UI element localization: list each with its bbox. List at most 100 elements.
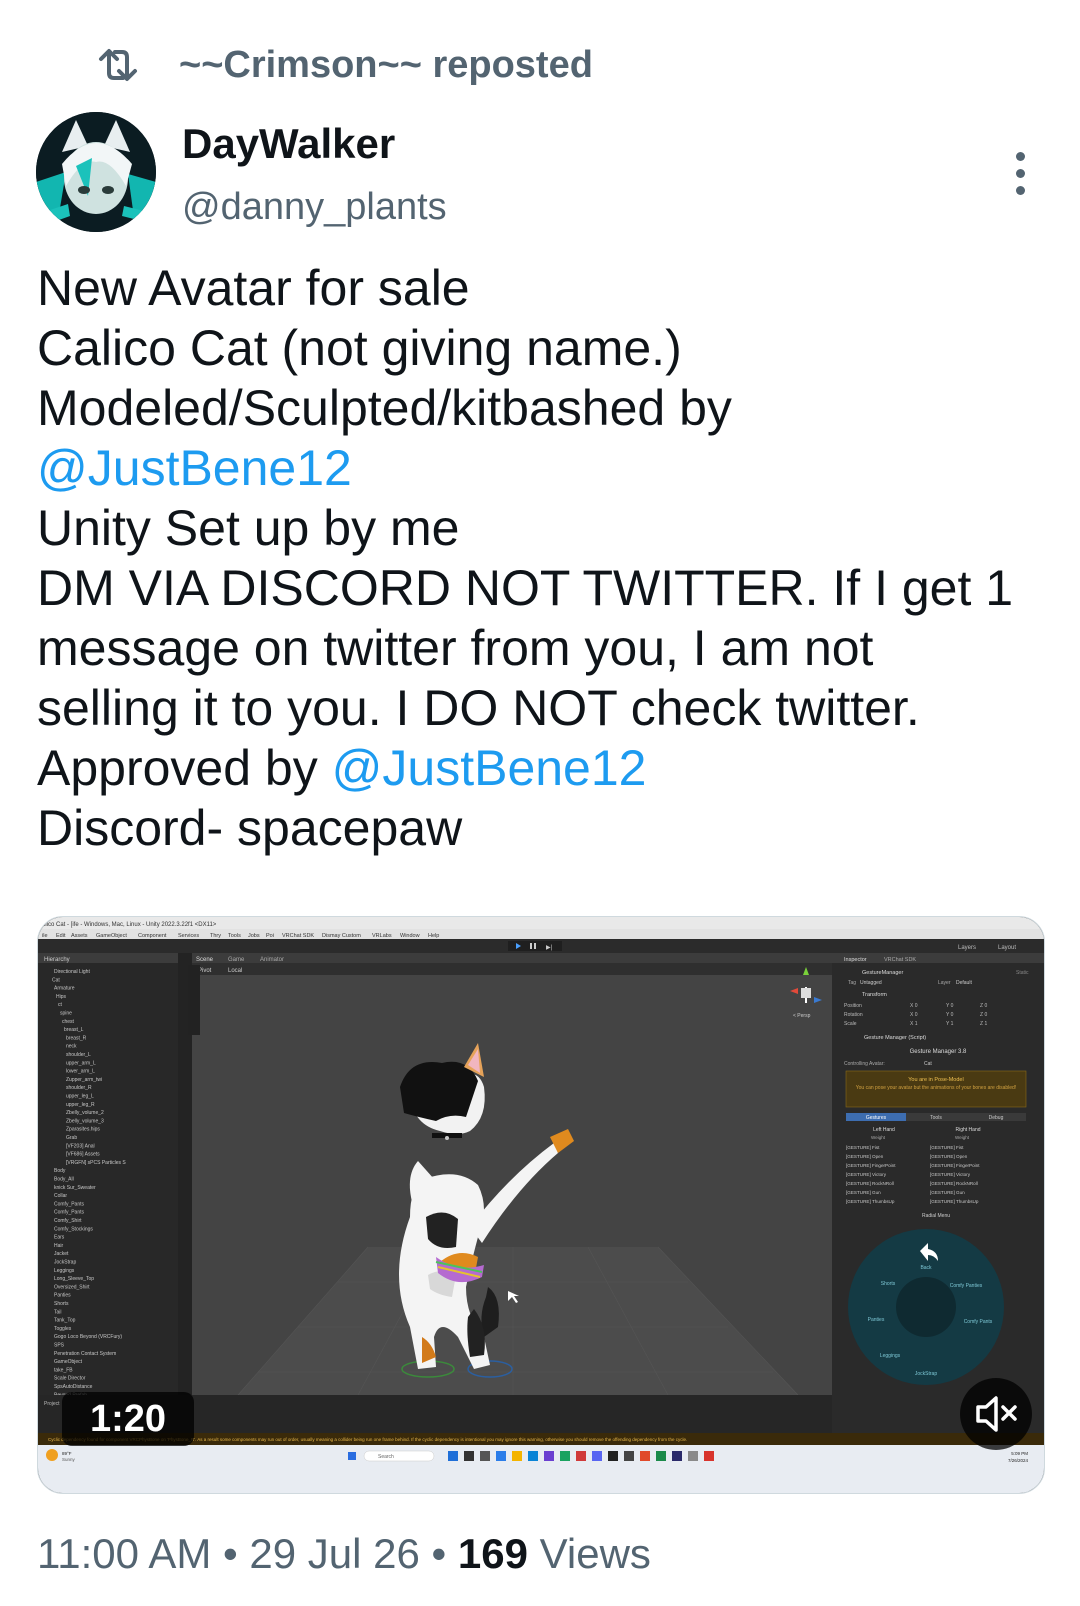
hierarchy-item[interactable]: JockStrap xyxy=(54,1260,76,1266)
gesture-item[interactable]: [GESTURE] RockNRoll xyxy=(846,1181,894,1186)
hierarchy-item[interactable]: Grab xyxy=(66,1135,77,1141)
hierarchy-item[interactable]: Collar xyxy=(54,1193,67,1199)
gesture-item[interactable]: [GESTURE] Gun xyxy=(846,1190,881,1195)
hierarchy-item[interactable]: breast_R xyxy=(66,1035,87,1041)
hierarchy-item[interactable]: SpsAutoDistance xyxy=(54,1384,93,1390)
tweet-time[interactable]: 11:00 AM xyxy=(37,1530,211,1577)
hierarchy-item[interactable]: Shorts xyxy=(54,1301,69,1307)
gesture-item[interactable]: [GESTURE] Fist xyxy=(846,1145,880,1150)
hierarchy-item[interactable]: Zbelly_volume_3 xyxy=(66,1118,104,1124)
hierarchy-item[interactable]: lower_arm_L xyxy=(66,1069,95,1075)
hierarchy-item[interactable]: shoulder_L xyxy=(66,1052,91,1058)
menu-item: Services xyxy=(178,933,199,939)
gesture-item[interactable]: [GESTURE] FingerPoint xyxy=(846,1163,896,1168)
hierarchy-item[interactable]: take_FB xyxy=(54,1367,73,1373)
gesture-item[interactable]: [GESTURE] ThumbsUp xyxy=(846,1199,895,1204)
hierarchy-item[interactable]: SPS xyxy=(54,1343,65,1349)
mention-link[interactable]: @JustBene12 xyxy=(37,438,1057,498)
transform-z: Z 0 xyxy=(980,1012,987,1018)
radial-item: Comfy Pants xyxy=(964,1319,993,1325)
hierarchy-item[interactable]: knick Sur_Sweater xyxy=(54,1185,96,1191)
hierarchy-item[interactable]: Penetration Contact System xyxy=(54,1351,116,1357)
project-tab: Project xyxy=(44,1401,60,1407)
hierarchy-item[interactable]: [VF686] Assets xyxy=(66,1152,100,1158)
hierarchy-item[interactable]: Armature xyxy=(54,986,75,992)
pose-mode-note: You can pose your avatar but the animati… xyxy=(855,1085,1017,1091)
more-vertical-icon[interactable] xyxy=(1012,152,1028,196)
hierarchy-item[interactable]: ct xyxy=(58,1002,63,1008)
hierarchy-item[interactable]: Jacket xyxy=(54,1251,69,1257)
pose-mode-banner: You are in Pose-Model xyxy=(908,1077,963,1083)
layout-dropdown: Layout xyxy=(998,945,1016,951)
tweet-line: message on twitter from you, I am not xyxy=(37,620,874,676)
menu-item: Component xyxy=(138,933,167,939)
gesture-item[interactable]: [GESTURE] FingerPoint xyxy=(930,1163,980,1168)
hierarchy-item[interactable]: Scale Director xyxy=(54,1376,86,1382)
hierarchy-item[interactable]: Tail xyxy=(54,1309,62,1315)
hierarchy-item[interactable]: shoulder_R xyxy=(66,1085,92,1091)
gesture-item[interactable]: [GESTURE] Fist xyxy=(930,1145,964,1150)
hierarchy-item[interactable]: Body_All xyxy=(54,1177,74,1183)
tweet-meta: 11:00 AM • 29 Jul 26 • 169 Views xyxy=(37,1530,651,1578)
hierarchy-item[interactable]: Hair xyxy=(54,1243,64,1249)
radial-item: JockStrap xyxy=(915,1371,937,1377)
hierarchy-item[interactable]: Zupper_arm_twi xyxy=(66,1077,102,1083)
hierarchy-item[interactable]: Comfy_Shirt xyxy=(54,1218,82,1224)
avatar[interactable] xyxy=(36,112,156,232)
transform-header: Transform xyxy=(862,992,887,998)
hierarchy-item[interactable]: Toggles xyxy=(54,1326,72,1332)
gesture-item[interactable]: [GESTURE] Victory xyxy=(930,1172,971,1177)
mute-button[interactable] xyxy=(960,1378,1032,1450)
gesture-item[interactable]: [GESTURE] ThumbsUp xyxy=(930,1199,979,1204)
controlling-value: Cat xyxy=(924,1061,932,1067)
gesture-item[interactable]: [GESTURE] Open xyxy=(930,1154,968,1159)
transform-z: Z 1 xyxy=(980,1021,987,1027)
hierarchy-item[interactable]: Long_Sleeve_Top xyxy=(54,1276,94,1282)
gesture-item[interactable]: [GESTURE] Open xyxy=(846,1154,884,1159)
hierarchy-item[interactable]: Directional Light xyxy=(54,969,90,975)
hierarchy-item[interactable]: Tank_Top xyxy=(54,1318,76,1324)
hierarchy-item[interactable]: Body xyxy=(54,1168,66,1174)
menu-item: Help xyxy=(428,933,439,939)
hierarchy-item[interactable]: Comfy_Pants xyxy=(54,1210,85,1216)
transform-x: X 1 xyxy=(910,1021,918,1027)
hierarchy-item[interactable]: neck xyxy=(66,1044,77,1050)
hierarchy-item[interactable]: spine xyxy=(60,1011,72,1017)
hierarchy-item[interactable]: upper_leg_L xyxy=(66,1094,94,1100)
radial-item: Leggings xyxy=(880,1353,901,1359)
hierarchy-item[interactable]: Ears xyxy=(54,1235,65,1241)
hierarchy-item[interactable]: Comfy_Stockings xyxy=(54,1226,93,1232)
gesture-item[interactable]: [GESTURE] Gun xyxy=(930,1190,965,1195)
hierarchy-item[interactable]: Gogo Loco Beyond (VRCFury) xyxy=(54,1334,122,1340)
radial-menu-title: Radial Menu xyxy=(922,1213,950,1219)
gesture-item[interactable]: [GESTURE] RockNRoll xyxy=(930,1181,978,1186)
hierarchy-item[interactable]: upper_leg_R xyxy=(66,1102,95,1108)
hierarchy-item[interactable]: Comfy_Pants xyxy=(54,1201,85,1207)
hierarchy-item[interactable]: Panties xyxy=(54,1293,71,1299)
hierarchy-item[interactable]: Hips xyxy=(56,994,67,1000)
hierarchy-item[interactable]: Zbelly_volume_2 xyxy=(66,1110,104,1116)
taskbar-icons xyxy=(448,1451,714,1461)
hierarchy-item[interactable]: breast_L xyxy=(64,1027,84,1033)
menu-item: Tools xyxy=(228,933,241,939)
radial-item: Shorts xyxy=(881,1281,896,1287)
tweet-line: Modeled/Sculpted/kitbashed by xyxy=(37,380,732,436)
hierarchy-item[interactable]: GameObject xyxy=(54,1359,83,1365)
hierarchy-item[interactable]: [VRGFN] sPCS Particles S xyxy=(66,1160,126,1166)
transform-y: Y 0 xyxy=(946,1003,954,1009)
hierarchy-item[interactable]: Zparasites.hips xyxy=(66,1127,100,1133)
menu-item: Thry xyxy=(210,933,221,939)
tweet-date[interactable]: 29 Jul 26 xyxy=(249,1530,419,1577)
hierarchy-item[interactable]: upper_arm_L xyxy=(66,1060,96,1066)
mention-link[interactable]: @JustBene12 xyxy=(332,740,647,796)
hierarchy-item[interactable]: Cat xyxy=(52,977,60,983)
hierarchy-item[interactable]: chest xyxy=(62,1019,75,1025)
hierarchy-item[interactable]: [VF203] Anal xyxy=(66,1143,95,1149)
hierarchy-item[interactable]: Oversized_Shirt xyxy=(54,1284,90,1290)
repost-header[interactable]: ~~Crimson~~ reposted xyxy=(95,40,593,90)
menu-item: GameObject xyxy=(96,933,127,939)
author-name[interactable]: DayWalker xyxy=(182,120,395,168)
gesture-item[interactable]: [GESTURE] Victory xyxy=(846,1172,887,1177)
author-handle[interactable]: @danny_plants xyxy=(182,186,447,229)
hierarchy-item[interactable]: Leggings xyxy=(54,1268,75,1274)
